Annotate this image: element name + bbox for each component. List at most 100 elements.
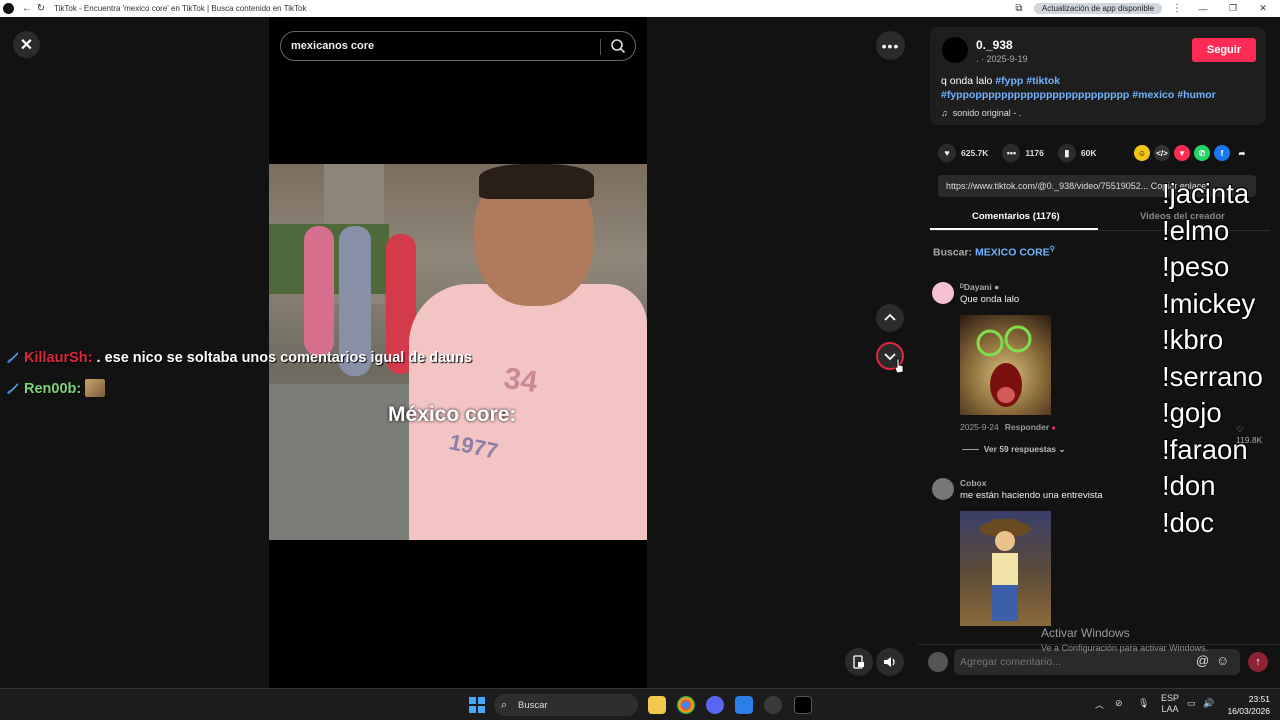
monitor-icon[interactable]: ▭ — [1187, 698, 1196, 709]
related-search[interactable]: Buscar: MEXICO CORE⚲ — [933, 245, 1055, 259]
hashtag-link[interactable]: #humor — [1177, 89, 1216, 101]
follow-button[interactable]: Seguir — [1192, 38, 1256, 62]
clock-date: 16/03/2026 — [1227, 706, 1270, 716]
command-item: !peso — [1162, 251, 1230, 282]
video-search-bar[interactable] — [280, 31, 636, 61]
discord-icon[interactable] — [706, 696, 724, 714]
microphone-icon[interactable]: 🎙 — [1138, 698, 1149, 709]
store-icon[interactable] — [735, 696, 753, 714]
video-man-hair — [479, 164, 594, 199]
comment-sticker-image[interactable] — [960, 315, 1051, 415]
embed-icon[interactable]: </> — [1154, 145, 1170, 161]
send-comment-button[interactable]: ↑ — [1248, 652, 1268, 672]
hashtag-link[interactable]: #tiktok — [1026, 75, 1060, 87]
comment-count: 1176 — [1025, 148, 1044, 158]
emoji-icon[interactable]: ☺ — [1216, 653, 1229, 668]
picture-in-picture-button[interactable] — [845, 648, 873, 676]
more-options-button[interactable]: ••• — [876, 31, 905, 60]
author-avatar[interactable] — [942, 37, 968, 63]
tray-chevron-icon[interactable]: ︿ — [1095, 698, 1104, 711]
chat-message: KillaurSh: . ese nico se soltaba unos co… — [6, 347, 476, 369]
command-item: !doc — [1162, 506, 1214, 538]
close-window-icon[interactable]: ✕ — [1252, 3, 1274, 14]
friends-share-icon[interactable]: ☺ — [1134, 145, 1150, 161]
related-search-term[interactable]: MEXICO CORE — [975, 247, 1050, 259]
chevron-up-icon — [884, 313, 896, 321]
search-small-icon: ⚲ — [1049, 246, 1055, 253]
send-to-friends-icon[interactable]: ▼ — [1174, 145, 1190, 161]
creator-liked-dot-icon: ● — [1051, 425, 1056, 432]
sound-link[interactable]: ♫ sonido original - . — [941, 108, 1021, 118]
command-item: !mickey — [1162, 287, 1256, 319]
hashtag-link[interactable]: #fypp — [995, 75, 1023, 87]
author-username[interactable]: 0._938 — [976, 38, 1013, 52]
volume-button[interactable] — [876, 648, 904, 676]
screaming-face-icon — [976, 325, 1032, 407]
language-indicator[interactable]: ESP LAA — [1161, 693, 1179, 715]
translate-icon[interactable]: ⧉ — [1012, 2, 1026, 16]
hashtag-link[interactable]: #mexico — [1132, 89, 1174, 101]
like-stat[interactable]: ♥ 625.7K — [938, 144, 988, 162]
save-count: 60K — [1080, 148, 1097, 158]
network-off-icon[interactable]: ⊘ — [1115, 698, 1123, 709]
watermark-title: Activar Windows — [1041, 626, 1130, 640]
commenter-username[interactable]: Cobox — [960, 478, 986, 488]
windows-start-icon[interactable] — [469, 697, 485, 713]
video-stage: ✕ 34 1977 México core: Ki — [0, 17, 918, 688]
stream-chat-overlay: KillaurSh: . ese nico se soltaba unos co… — [6, 347, 476, 400]
heart-icon: ♥ — [938, 144, 956, 162]
post-date: . · 2025-9-19 — [976, 54, 1028, 64]
settings-gear-icon[interactable] — [764, 696, 782, 714]
commenter-username[interactable]: ᴰDayani ● — [960, 282, 999, 292]
windows-activation-watermark: Activar Windows Ve a Configuración para … — [1041, 626, 1208, 653]
browser-title: TikTok - Encuentra 'mexico core' en TikT… — [54, 4, 307, 13]
chat-username: Ren00b: — [24, 381, 82, 397]
close-video-button[interactable]: ✕ — [13, 31, 40, 58]
comment-text: me están haciendo una entrevista — [960, 490, 1103, 501]
commenter-avatar[interactable] — [932, 478, 954, 500]
restore-icon[interactable]: ❐ — [1222, 3, 1244, 14]
minimize-icon[interactable]: — — [1192, 4, 1214, 14]
comment-stat[interactable]: ••• 1176 — [1002, 144, 1044, 162]
command-item: !elmo — [1162, 214, 1230, 246]
browser-menu-icon[interactable]: ⋮ — [1170, 2, 1184, 16]
search-icon[interactable] — [610, 38, 626, 54]
tiktok-app-icon[interactable] — [794, 696, 812, 714]
taskbar-search-label: Buscar — [518, 699, 548, 711]
save-stat[interactable]: ▮ 60K — [1057, 144, 1097, 162]
share-arrow-icon[interactable]: ➦ — [1234, 145, 1250, 161]
speaker-icon[interactable]: 🔊 — [1203, 698, 1214, 709]
taskbar-search[interactable]: ⌕ Buscar — [494, 694, 638, 716]
command-item: !serrano — [1162, 360, 1263, 392]
previous-video-button[interactable] — [876, 304, 904, 332]
file-explorer-icon[interactable] — [648, 696, 666, 714]
command-item: !don — [1162, 470, 1216, 501]
commenter-avatar[interactable] — [932, 282, 954, 304]
reply-button[interactable]: Responder — [1005, 422, 1049, 432]
chrome-icon[interactable] — [677, 696, 695, 714]
browser-titlebar: ← ↻ TikTok - Encuentra 'mexico core' en … — [0, 0, 1280, 17]
stream-commands-overlay: !jacinta !elmo !peso !mickey !kbro !serr… — [1162, 176, 1263, 541]
whatsapp-icon[interactable]: ✆ — [1194, 145, 1210, 161]
system-clock[interactable]: 23:51 16/03/2026 — [1224, 693, 1270, 717]
command-item: !gojo — [1162, 397, 1222, 428]
video-url: https://www.tiktok.com/@0._938/video/755… — [946, 181, 1149, 191]
reload-icon[interactable]: ↻ — [34, 2, 48, 16]
comment-meta: 2025-9-24 Responder ● — [960, 422, 1056, 432]
comment-sticker-image[interactable] — [960, 511, 1051, 626]
facebook-icon[interactable]: f — [1214, 145, 1230, 161]
view-replies-label: Ver 59 respuestas — [983, 444, 1057, 454]
volume-icon — [884, 657, 895, 667]
hashtag-link[interactable]: #fyppopppppppppppppppppppppppp — [941, 89, 1129, 101]
view-replies-button[interactable]: —— Ver 59 respuestas ⌄ — [962, 444, 1066, 455]
back-arrow-icon[interactable]: ← — [20, 2, 34, 16]
sword-badge-icon — [6, 352, 18, 364]
language-code: ESP — [1161, 693, 1180, 703]
video-caption: México core: — [388, 403, 517, 426]
tab-comments[interactable]: Comentarios (1176) — [972, 211, 1060, 222]
app-update-pill[interactable]: Actualización de app disponible — [1033, 3, 1162, 14]
mention-icon[interactable]: @ — [1196, 653, 1209, 668]
search-input[interactable] — [291, 40, 591, 52]
my-avatar[interactable] — [928, 652, 948, 672]
post-description: q onda lalo #fypp #tiktok #fyppopppppppp… — [941, 74, 1251, 102]
